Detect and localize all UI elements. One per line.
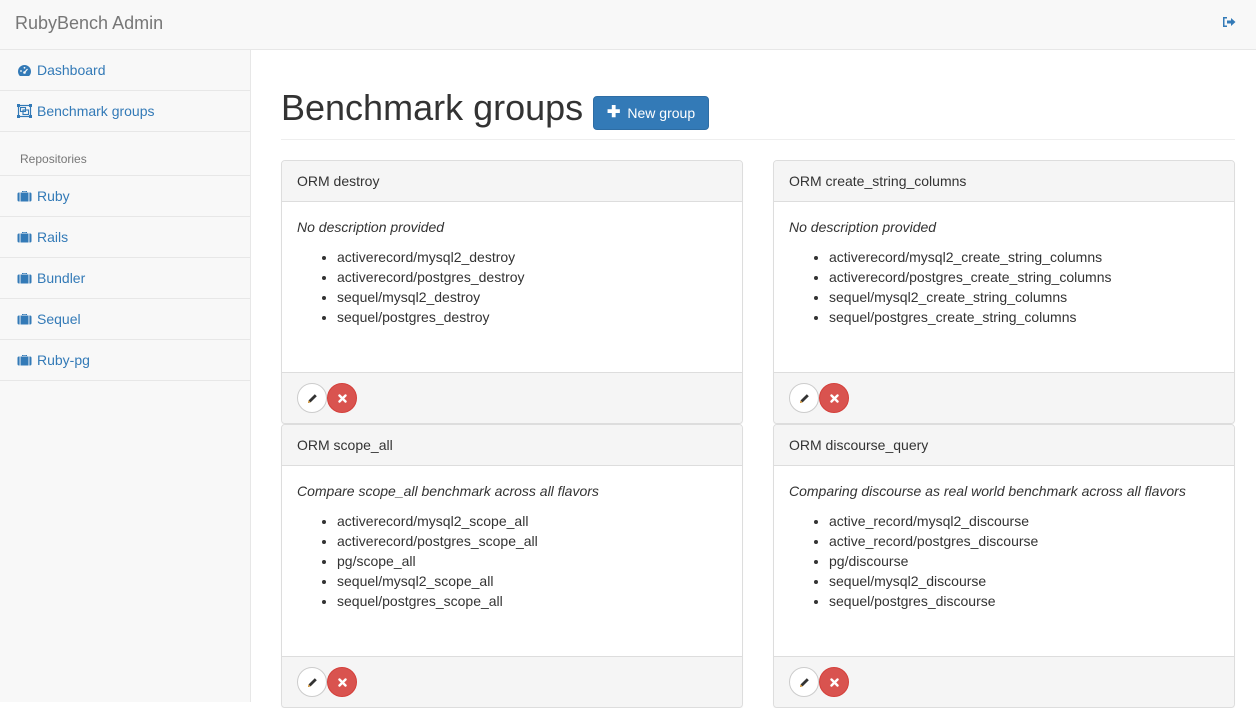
- group-card-body: Comparing discourse as real world benchm…: [774, 466, 1234, 656]
- benchmark-item: pg/scope_all: [337, 551, 727, 571]
- sidebar-item-ruby-pg[interactable]: Ruby-pg: [0, 340, 250, 381]
- briefcase-icon: [17, 312, 32, 326]
- benchmark-item: activerecord/mysql2_create_string_column…: [829, 247, 1219, 267]
- benchmark-item: active_record/postgres_discourse: [829, 531, 1219, 551]
- sidebar-item-label: Ruby-pg: [37, 352, 90, 368]
- new-group-button[interactable]: ✚ New group: [593, 96, 710, 130]
- group-card: ORM discourse_query Comparing discourse …: [773, 424, 1235, 708]
- brand-title[interactable]: RubyBench Admin: [15, 13, 163, 34]
- benchmark-item: sequel/mysql2_discourse: [829, 571, 1219, 591]
- benchmark-item: activerecord/postgres_create_string_colu…: [829, 267, 1219, 287]
- benchmark-list: activerecord/mysql2_create_string_column…: [789, 247, 1219, 327]
- benchmark-item: activerecord/postgres_destroy: [337, 267, 727, 287]
- group-description: No description provided: [789, 219, 937, 235]
- plus-icon: ✚: [607, 104, 621, 121]
- edit-group-button[interactable]: [789, 383, 819, 413]
- remove-icon: [829, 393, 839, 403]
- benchmark-item: sequel/mysql2_destroy: [337, 287, 727, 307]
- sidebar-item-label: Dashboard: [37, 62, 106, 78]
- benchmark-list: active_record/mysql2_discourseactive_rec…: [789, 511, 1219, 611]
- remove-icon: [829, 677, 839, 687]
- group-card: ORM destroy No description provided acti…: [281, 160, 743, 424]
- benchmark-list: activerecord/mysql2_destroyactiverecord/…: [297, 247, 727, 327]
- sidebar-item-benchmark-groups[interactable]: Benchmark groups: [0, 91, 250, 132]
- briefcase-icon: [17, 271, 32, 285]
- benchmark-item: sequel/mysql2_scope_all: [337, 571, 727, 591]
- group-card: ORM scope_all Compare scope_all benchmar…: [281, 424, 743, 708]
- object-group-icon: [17, 104, 32, 118]
- benchmark-item: sequel/mysql2_create_string_columns: [829, 287, 1219, 307]
- group-card-body: No description provided activerecord/mys…: [282, 202, 742, 372]
- benchmark-item: sequel/postgres_create_string_columns: [829, 307, 1219, 327]
- edit-group-button[interactable]: [297, 667, 327, 697]
- delete-group-button[interactable]: [819, 383, 849, 413]
- pencil-icon: [799, 393, 809, 403]
- dashboard-icon: [17, 63, 32, 77]
- group-description: No description provided: [297, 219, 445, 235]
- benchmark-item: activerecord/mysql2_destroy: [337, 247, 727, 267]
- group-card-footer: [282, 656, 742, 707]
- edit-group-button[interactable]: [789, 667, 819, 697]
- repositories-header: Repositories: [0, 132, 250, 176]
- page-title: Benchmark groups: [281, 87, 584, 128]
- group-card-body: No description provided activerecord/mys…: [774, 202, 1234, 372]
- sidebar-item-label: Ruby: [37, 188, 70, 204]
- sidebar-item-label: Bundler: [37, 270, 86, 286]
- sidebar-item-rails[interactable]: Rails: [0, 217, 250, 258]
- sidebar-item-label: Sequel: [37, 311, 81, 327]
- sidebar-item-label: Rails: [37, 229, 69, 245]
- delete-group-button[interactable]: [819, 667, 849, 697]
- sidebar-item-sequel[interactable]: Sequel: [0, 299, 250, 340]
- remove-icon: [337, 677, 347, 687]
- main-content: Benchmark groups ✚ New group: [281, 50, 1235, 140]
- page-header: Benchmark groups ✚ New group: [281, 50, 1235, 140]
- sidebar: Dashboard Benchmark groups Repositories …: [0, 50, 251, 702]
- group-card-body: Compare scope_all benchmark across all f…: [282, 466, 742, 656]
- briefcase-icon: [17, 230, 32, 244]
- sidebar-item-ruby[interactable]: Ruby: [0, 176, 250, 217]
- delete-group-button[interactable]: [327, 667, 357, 697]
- group-description: Comparing discourse as real world benchm…: [789, 483, 1186, 499]
- sidebar-item-dashboard[interactable]: Dashboard: [0, 50, 250, 91]
- sign-out-icon[interactable]: [1222, 15, 1236, 29]
- pencil-icon: [307, 677, 317, 687]
- new-group-label: New group: [627, 105, 696, 121]
- benchmark-item: sequel/postgres_discourse: [829, 591, 1219, 611]
- benchmark-item: activerecord/postgres_scope_all: [337, 531, 727, 551]
- briefcase-icon: [17, 189, 32, 203]
- sidebar-item-bundler[interactable]: Bundler: [0, 258, 250, 299]
- edit-group-button[interactable]: [297, 383, 327, 413]
- group-card-title: ORM scope_all: [282, 425, 742, 466]
- group-card-title: ORM create_string_columns: [774, 161, 1234, 202]
- top-navbar: RubyBench Admin: [0, 0, 1256, 50]
- pencil-icon: [799, 677, 809, 687]
- remove-icon: [337, 393, 347, 403]
- delete-group-button[interactable]: [327, 383, 357, 413]
- group-description: Compare scope_all benchmark across all f…: [297, 483, 599, 499]
- group-card: ORM create_string_columns No description…: [773, 160, 1235, 424]
- group-card-title: ORM discourse_query: [774, 425, 1234, 466]
- group-card-footer: [774, 656, 1234, 707]
- briefcase-icon: [17, 353, 32, 367]
- group-card-title: ORM destroy: [282, 161, 742, 202]
- benchmark-item: sequel/postgres_scope_all: [337, 591, 727, 611]
- benchmark-item: pg/discourse: [829, 551, 1219, 571]
- group-card-footer: [774, 372, 1234, 423]
- pencil-icon: [307, 393, 317, 403]
- sidebar-item-label: Benchmark groups: [37, 103, 155, 119]
- benchmark-list: activerecord/mysql2_scope_allactiverecor…: [297, 511, 727, 611]
- benchmark-item: activerecord/mysql2_scope_all: [337, 511, 727, 531]
- benchmark-item: sequel/postgres_destroy: [337, 307, 727, 327]
- group-card-footer: [282, 372, 742, 423]
- benchmark-item: active_record/mysql2_discourse: [829, 511, 1219, 531]
